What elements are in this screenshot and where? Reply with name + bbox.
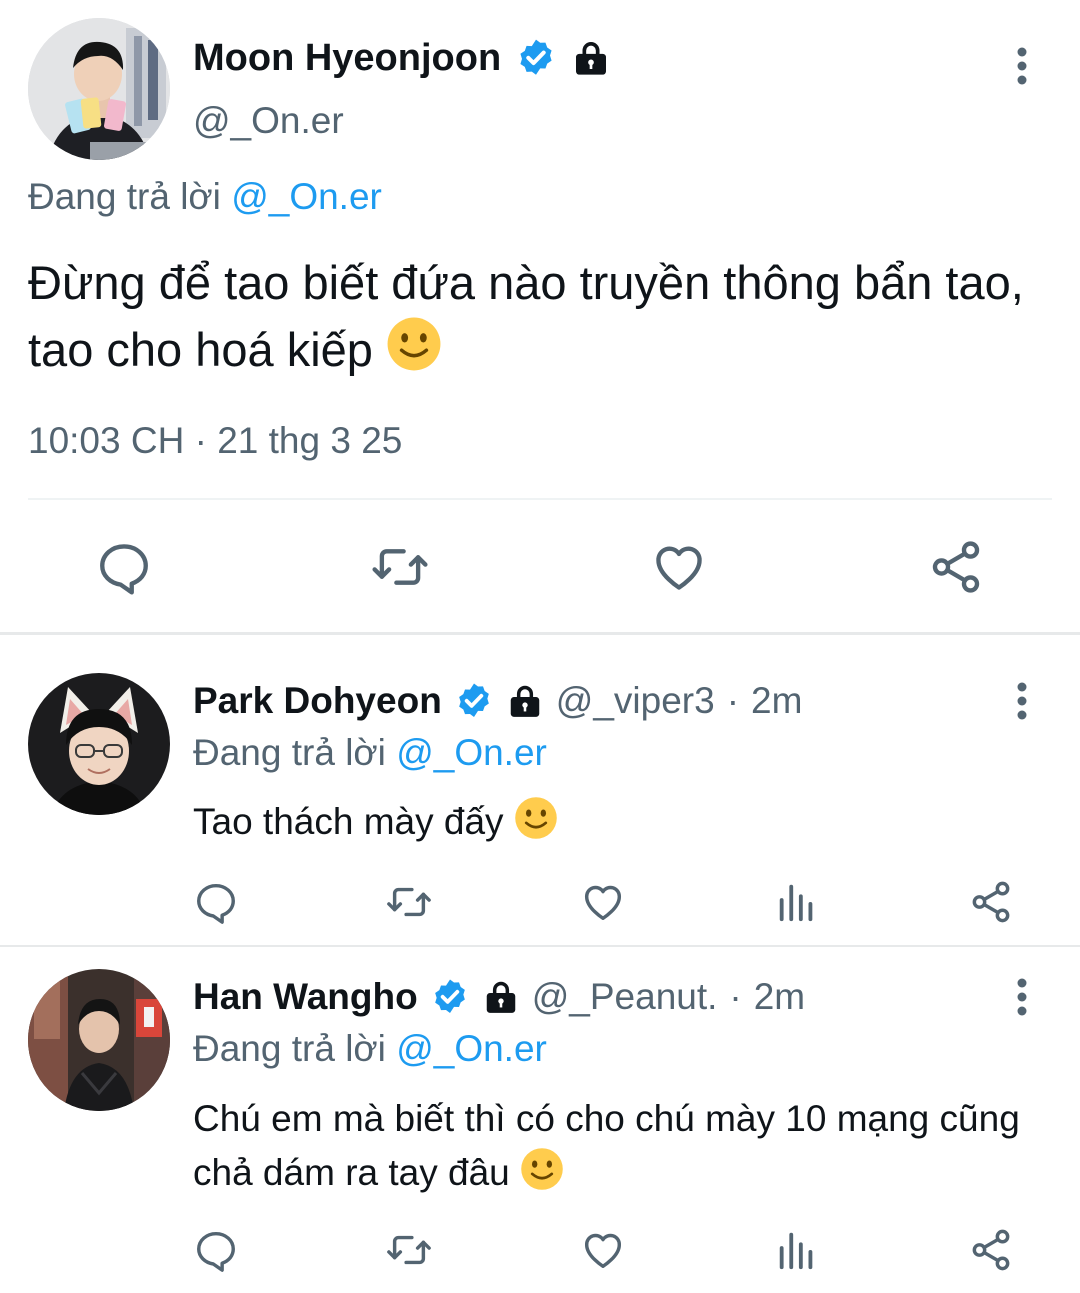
tweet-timestamp[interactable]: 10:03 CH · 21 thg 3 25 <box>28 420 402 462</box>
avatar[interactable] <box>28 673 170 815</box>
meta-separator: · <box>194 420 207 461</box>
replying-to: Đang trả lời @_On.er <box>193 1028 547 1070</box>
tweet-time: 10:03 CH <box>28 420 185 461</box>
share-icon[interactable] <box>968 879 1014 925</box>
retweet-icon[interactable] <box>386 1227 432 1273</box>
tweet-text-content: Tao thách mày đấy <box>193 801 504 842</box>
author-name[interactable]: Han Wangho <box>193 976 418 1018</box>
replying-to: Đang trả lời @_On.er <box>193 732 547 774</box>
author-name[interactable]: Park Dohyeon <box>193 680 442 722</box>
tweet-text: Tao thách mày đấy <box>193 795 1043 849</box>
reply-header: Han Wangho @_Peanut. · 2m <box>193 971 805 1023</box>
lock-icon <box>482 978 520 1016</box>
reply-icon[interactable] <box>193 1227 239 1273</box>
replying-to-label: Đang trả lời <box>28 176 221 217</box>
replying-to-label: Đang trả lời <box>193 1028 386 1069</box>
like-icon[interactable] <box>580 1227 626 1273</box>
reply-header: Park Dohyeon @_viper3 · 2m <box>193 675 802 727</box>
meta-separator: · <box>729 976 742 1017</box>
author-handle[interactable]: @_viper3 <box>556 680 715 722</box>
tweet-text-content: Đừng để tao biết đứa nào truyền thông bẩ… <box>28 256 1024 376</box>
tweet-time[interactable]: 2m <box>751 680 802 722</box>
tweet-text-content: Chú em mà biết thì có cho chú mày 10 mạn… <box>193 1098 1020 1193</box>
replying-to-mention[interactable]: @_On.er <box>396 1028 547 1069</box>
author-name[interactable]: Moon Hyeonjoon <box>193 37 501 80</box>
more-vertical-icon[interactable] <box>1004 679 1040 723</box>
like-icon[interactable] <box>650 538 708 596</box>
verified-badge-icon <box>430 977 470 1017</box>
slightly-smiling-face-emoji <box>520 1147 564 1191</box>
author-handle[interactable]: @_On.er <box>193 100 344 142</box>
tweet-time[interactable]: 2m <box>754 976 805 1018</box>
reply-tweet: Park Dohyeon @_viper3 · 2m Đang trả lời … <box>0 635 1080 945</box>
author-row: Moon Hyeonjoon <box>193 32 611 84</box>
avatar[interactable] <box>28 18 170 160</box>
lock-icon <box>571 38 611 78</box>
replying-to-label: Đang trả lời <box>193 732 386 773</box>
divider <box>28 498 1052 500</box>
more-vertical-icon[interactable] <box>1004 975 1040 1019</box>
author-handle[interactable]: @_Peanut. <box>532 976 718 1018</box>
more-vertical-icon[interactable] <box>1004 44 1040 88</box>
replying-to-mention[interactable]: @_On.er <box>231 176 382 217</box>
avatar[interactable] <box>28 969 170 1111</box>
slightly-smiling-face-emoji <box>386 316 442 372</box>
reply-tweet: Han Wangho @_Peanut. · 2m Đang trả lời @… <box>0 947 1080 1293</box>
replying-to-mention[interactable]: @_On.er <box>396 732 547 773</box>
slightly-smiling-face-emoji <box>514 796 558 840</box>
views-icon[interactable] <box>774 879 820 925</box>
verified-badge-icon <box>454 681 494 721</box>
meta-separator: · <box>726 680 740 721</box>
verified-badge-icon <box>515 37 557 79</box>
views-icon[interactable] <box>774 1227 820 1273</box>
share-icon[interactable] <box>927 538 985 596</box>
reply-icon[interactable] <box>193 879 239 925</box>
reply-icon[interactable] <box>95 538 153 596</box>
main-tweet: Moon Hyeonjoon @_On.er Đang trả lời @_On… <box>0 0 1080 632</box>
retweet-icon[interactable] <box>371 538 429 596</box>
lock-icon <box>506 682 544 720</box>
replying-to: Đang trả lời @_On.er <box>28 176 382 218</box>
retweet-icon[interactable] <box>386 879 432 925</box>
tweet-date: 21 thg 3 25 <box>217 420 403 461</box>
share-icon[interactable] <box>968 1227 1014 1273</box>
tweet-text: Đừng để tao biết đứa nào truyền thông bẩ… <box>28 250 1058 383</box>
tweet-text: Chú em mà biết thì có cho chú mày 10 mạn… <box>193 1092 1043 1200</box>
like-icon[interactable] <box>580 879 626 925</box>
